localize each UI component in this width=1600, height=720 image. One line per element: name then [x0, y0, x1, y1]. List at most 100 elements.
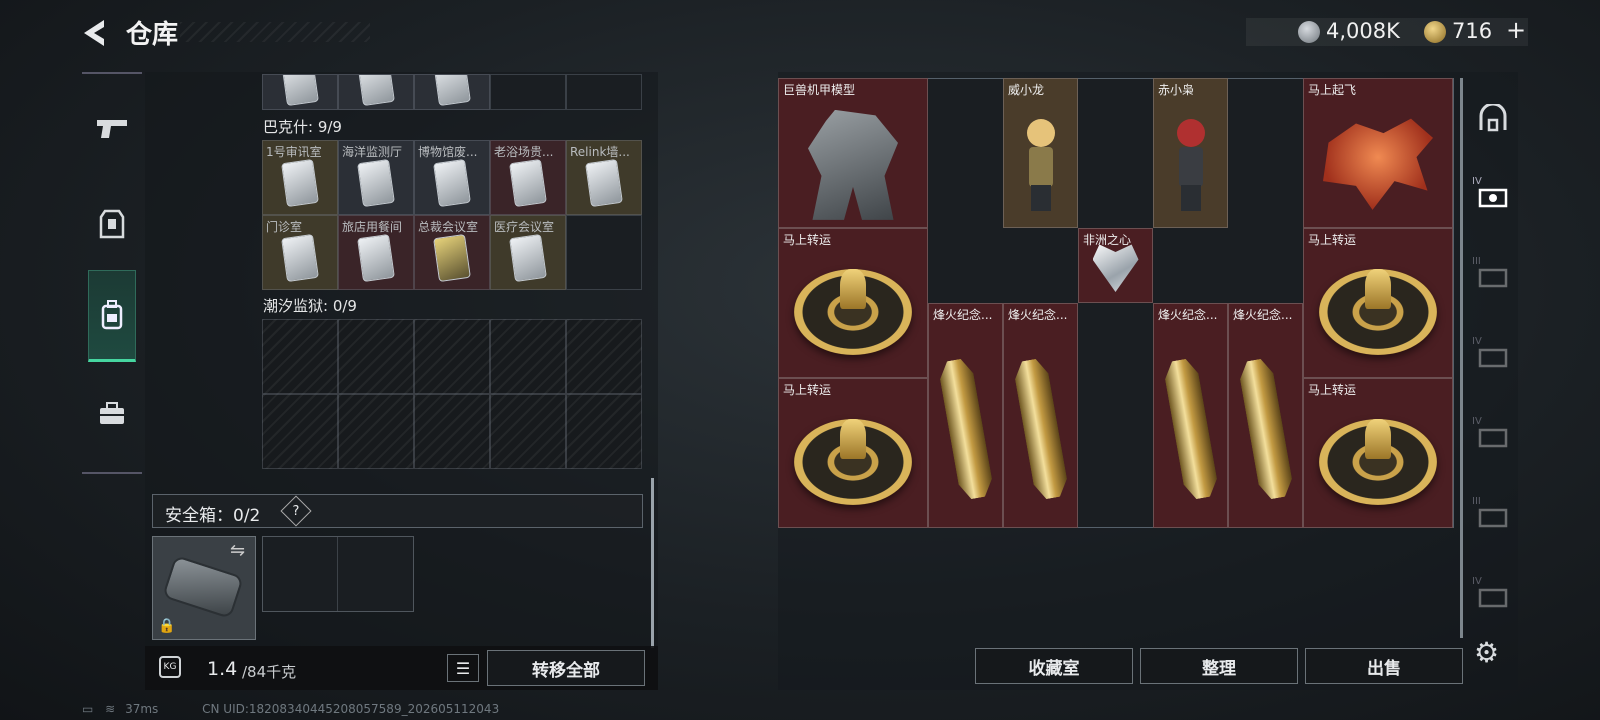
- list-view-button[interactable]: ☰: [447, 654, 479, 682]
- empty-slot[interactable]: [490, 394, 566, 469]
- vault-item-wheel[interactable]: 马上转运: [778, 378, 928, 528]
- backpack-icon: [101, 300, 123, 330]
- cash-amount: 4,008K: [1326, 19, 1400, 43]
- keycard-icon: [509, 234, 547, 283]
- vault-item-wheel[interactable]: 马上转运: [1303, 378, 1453, 528]
- keycard-item[interactable]: 博物馆废...: [414, 140, 490, 215]
- vault-scrollbar[interactable]: [1460, 78, 1463, 638]
- fortune-wheel-icon: [1319, 418, 1437, 505]
- vault-item-pillar[interactable]: 烽火纪念...: [928, 303, 1003, 528]
- keycard-item[interactable]: 老浴场贵...: [490, 140, 566, 215]
- collection-grid-bakshi: 1号审讯室 海洋监测厅 博物馆废... 老浴场贵... Relink墙... 门…: [262, 140, 642, 290]
- empty-slot[interactable]: [566, 215, 642, 290]
- nav-armor[interactable]: [88, 200, 136, 248]
- add-currency-button[interactable]: +: [1506, 16, 1526, 44]
- storage-iv-d-icon: [1478, 588, 1508, 608]
- fortune-wheel-icon: [1319, 268, 1437, 355]
- vault-item-mech-model[interactable]: 巨兽机甲模型: [778, 78, 928, 228]
- keycard-icon: [509, 159, 547, 208]
- vault-item-heart[interactable]: 非洲之心: [1078, 228, 1153, 303]
- wifi-icon: ≋: [105, 702, 116, 716]
- vault-item-wheel[interactable]: 马上转运: [1303, 228, 1453, 378]
- empty-slot[interactable]: [414, 319, 490, 394]
- side-tab-storage-3[interactable]: IV: [1470, 336, 1516, 380]
- help-icon[interactable]: ?: [280, 495, 312, 527]
- side-tab-storage-6[interactable]: IV: [1470, 576, 1516, 620]
- vault-arch-icon: [1479, 104, 1507, 132]
- empty-slot[interactable]: [262, 319, 338, 394]
- back-arrow-icon: [84, 20, 104, 46]
- weight-current: 1.4: [207, 658, 238, 680]
- left-category-nav: [82, 72, 142, 474]
- weight-max: /84千克: [242, 663, 297, 681]
- left-scrollbar[interactable]: [651, 478, 654, 648]
- sell-button[interactable]: 出售: [1305, 648, 1463, 684]
- currency-bar: 4,008K 716 +: [1246, 16, 1528, 46]
- battery-icon: ▭: [82, 702, 94, 716]
- keycard-icon: [433, 234, 471, 283]
- uid-text: CN UID:18208340445208057589_202605112043: [202, 702, 500, 716]
- list-icon: ☰: [455, 658, 471, 678]
- storage-iv-icon: [1478, 188, 1508, 208]
- empty-slot[interactable]: [566, 319, 642, 394]
- side-tab-storage-4[interactable]: IV: [1470, 416, 1516, 460]
- vault-item-horse[interactable]: 马上起飞: [1303, 78, 1453, 228]
- empty-slot[interactable]: [338, 319, 414, 394]
- partial-card-slot[interactable]: [262, 74, 338, 110]
- transfer-all-button[interactable]: 转移全部: [487, 650, 645, 686]
- safebox-case-icon: [161, 554, 245, 620]
- vault-item-pillar[interactable]: 烽火纪念...: [1153, 303, 1228, 528]
- ping-text: 37ms: [125, 702, 159, 716]
- keycard-item[interactable]: 海洋监测厅: [338, 140, 414, 215]
- keycard-icon: [357, 159, 395, 208]
- safebox-empty-slots[interactable]: [262, 536, 414, 612]
- keycard-item[interactable]: 旅店用餐间: [338, 215, 414, 290]
- empty-slot[interactable]: [338, 394, 414, 469]
- keycard-item[interactable]: 1号审讯室: [262, 140, 338, 215]
- safebox-header: 安全箱：0/2 ?: [152, 494, 643, 528]
- pillar-trophy-icon: [937, 357, 995, 501]
- horse-statue-icon: [1323, 118, 1433, 210]
- empty-slot[interactable]: [566, 74, 642, 110]
- fortune-wheel-icon: [794, 418, 912, 505]
- empty-slot[interactable]: [490, 74, 566, 110]
- keycard-item[interactable]: Relink墙...: [566, 140, 642, 215]
- vault-item-pillar[interactable]: 烽火纪念...: [1003, 303, 1078, 528]
- pillar-trophy-icon: [1012, 357, 1070, 501]
- gear-icon[interactable]: ⚙: [1474, 636, 1499, 669]
- fortune-wheel-icon: [794, 268, 912, 355]
- side-tab-storage-2[interactable]: III: [1470, 256, 1516, 300]
- storage-iv-b-icon: [1478, 348, 1508, 368]
- lock-icon: 🔒: [158, 618, 176, 634]
- vault-item-figure-wei[interactable]: 威小龙: [1003, 78, 1078, 228]
- sort-button[interactable]: 整理: [1140, 648, 1298, 684]
- side-tab-vault[interactable]: [1470, 96, 1516, 140]
- nav-weapons[interactable]: [88, 104, 136, 152]
- partial-card-slot[interactable]: [338, 74, 414, 110]
- armor-icon: [99, 209, 125, 239]
- figure-icon: [1169, 118, 1213, 211]
- nav-case[interactable]: [88, 390, 136, 438]
- side-tab-storage-5[interactable]: III: [1470, 496, 1516, 540]
- empty-slot[interactable]: [490, 319, 566, 394]
- swap-icon[interactable]: ⇋: [230, 540, 245, 561]
- vault-item-pillar[interactable]: 烽火纪念...: [1228, 303, 1303, 528]
- keycard-item[interactable]: 总裁会议室: [414, 215, 490, 290]
- collection-room-button[interactable]: 收藏室: [975, 648, 1133, 684]
- vault-item-figure-chi[interactable]: 赤小枭: [1153, 78, 1228, 228]
- empty-slot[interactable]: [566, 394, 642, 469]
- mech-model-icon: [808, 109, 898, 220]
- storage-iv-c-icon: [1478, 428, 1508, 448]
- collection-label-tidal-prison: 潮汐监狱: 0/9: [263, 297, 357, 315]
- partial-card-slot[interactable]: [414, 74, 490, 110]
- diamond-heart-icon: [1092, 244, 1139, 292]
- nav-backpack[interactable]: [88, 270, 136, 362]
- side-tab-storage-1[interactable]: IV: [1470, 176, 1516, 220]
- vault-item-wheel[interactable]: 马上转运: [778, 228, 928, 378]
- keycard-item[interactable]: 门诊室: [262, 215, 338, 290]
- keycard-item[interactable]: 医疗会议室: [490, 215, 566, 290]
- pillar-trophy-icon: [1237, 357, 1295, 501]
- empty-slot[interactable]: [262, 394, 338, 469]
- back-button[interactable]: [80, 16, 114, 50]
- empty-slot[interactable]: [414, 394, 490, 469]
